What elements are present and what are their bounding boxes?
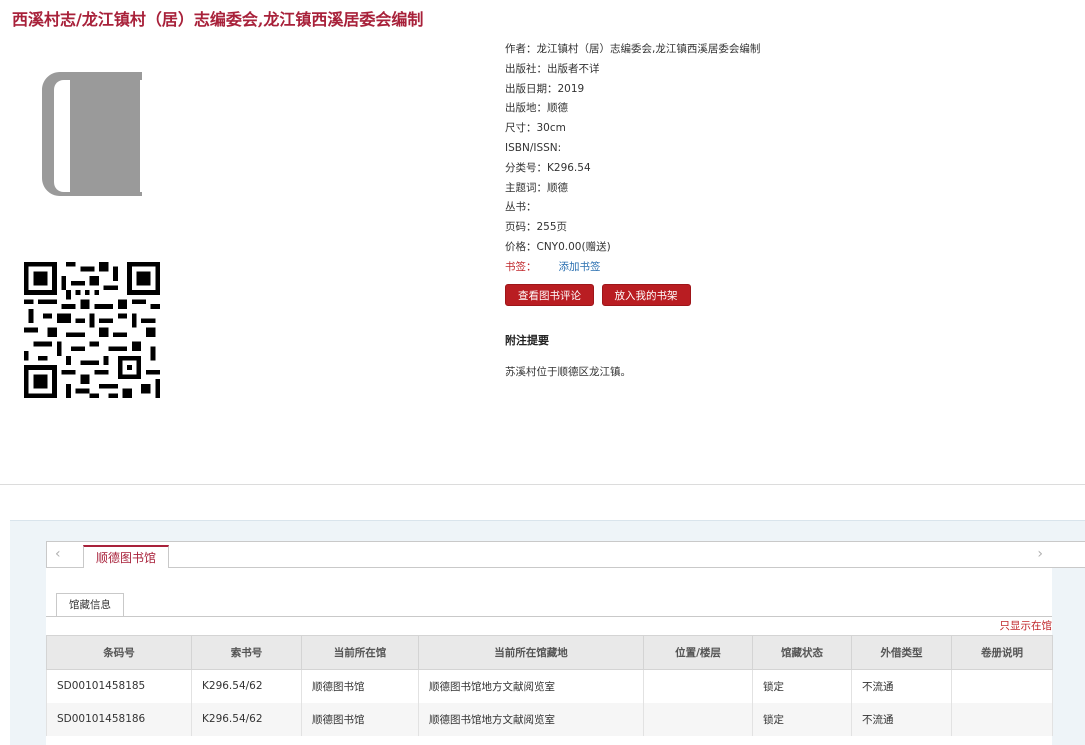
add-to-shelf-button[interactable]: 放入我的书架 (601, 283, 691, 306)
subtab-divider (46, 616, 1052, 617)
col-current-location: 当前所在馆藏地 (418, 635, 644, 670)
holdings-table: 条码号 索书号 当前所在馆 当前所在馆藏地 位置/楼层 馆藏状态 外借类型 卷册… (46, 635, 1053, 736)
col-loan-type: 外借类型 (851, 635, 952, 670)
chevron-left-icon[interactable]: ‹ (55, 546, 61, 562)
note-text: 苏溪村位于顺德区龙江镇。 (505, 365, 631, 378)
cell-barcode: SD00101458186 (46, 702, 192, 736)
note-heading: 附注提要 (505, 333, 549, 347)
section-divider (0, 484, 1085, 485)
detail-publisher: 出版社：出版者不详 (505, 62, 600, 75)
cell-barcode: SD00101458185 (46, 669, 192, 703)
col-call-number: 索书号 (191, 635, 302, 670)
detail-pub-place: 出版地：顺德 (505, 102, 568, 115)
detail-price: 价格：CNY0.00(赠送) (505, 240, 611, 253)
col-current-library: 当前所在馆 (301, 635, 419, 670)
detail-classification: 分类号：K296.54 (505, 161, 591, 174)
add-bookmark-link[interactable]: 添加书签 (559, 261, 601, 273)
page-title: 西溪村志/龙江镇村（居）志编委会,龙江镇西溪居委会编制 (12, 10, 424, 29)
col-volume-note: 卷册说明 (951, 635, 1053, 670)
only-available-link[interactable]: 只显示在馆 (1000, 618, 1053, 633)
qr-code-icon (24, 262, 160, 398)
col-floor: 位置/楼层 (643, 635, 753, 670)
view-reviews-button[interactable]: 查看图书评论 (505, 283, 594, 306)
detail-author: 作者：龙江镇村（居）志编委会,龙江镇西溪居委会编制 (505, 43, 761, 55)
table-row: SD00101458185 K296.54/62 顺德图书馆 顺德图书馆地方文献… (46, 669, 1053, 703)
detail-series: 丛书： (505, 201, 537, 214)
cell-current-location: 顺德图书馆地方文献阅览室 (418, 702, 644, 736)
cell-current-library: 顺德图书馆 (301, 702, 419, 736)
cell-current-location: 顺德图书馆地方文献阅览室 (418, 669, 644, 703)
detail-subject: 主题词：顺德 (505, 181, 568, 194)
tab-shunde-library[interactable]: 顺德图书馆 (83, 545, 170, 569)
action-buttons: 查看图书评论 放入我的书架 (505, 283, 1065, 306)
cell-current-library: 顺德图书馆 (301, 669, 419, 703)
col-barcode: 条码号 (46, 635, 192, 670)
table-row: SD00101458186 K296.54/62 顺德图书馆 顺德图书馆地方文献… (46, 702, 1053, 736)
cell-loan-type: 不流通 (851, 669, 952, 703)
col-status: 馆藏状态 (752, 635, 852, 670)
book-details: 作者：龙江镇村（居）志编委会,龙江镇西溪居委会编制 出版社：出版者不详 出版日期… (505, 40, 1065, 379)
cell-call-number: K296.54/62 (191, 669, 302, 703)
detail-isbn: ISBN/ISSN: (505, 141, 562, 154)
detail-pages: 页码：255页 (505, 221, 568, 234)
detail-pub-date: 出版日期：2019 (505, 82, 585, 95)
holdings-section: ‹ 顺德图书馆 › 馆藏信息 只显示在馆 条码号 索书号 当前所在馆 当前所在馆… (10, 520, 1085, 745)
library-tabbar: ‹ 顺德图书馆 › (46, 541, 1085, 569)
cell-call-number: K296.54/62 (191, 702, 302, 736)
cell-status: 锁定 (752, 669, 852, 703)
cell-volume-note (951, 702, 1053, 736)
cell-loan-type: 不流通 (851, 702, 952, 736)
detail-size: 尺寸：30cm (505, 122, 566, 135)
holdings-panel: 馆藏信息 只显示在馆 条码号 索书号 当前所在馆 当前所在馆藏地 位置/楼层 馆… (46, 568, 1053, 745)
tab-holdings-info[interactable]: 馆藏信息 (56, 593, 124, 617)
chevron-right-icon[interactable]: › (1037, 546, 1043, 562)
cell-floor (643, 702, 753, 736)
detail-bookmark: 书签： 添加书签 (505, 260, 601, 273)
cell-volume-note (951, 669, 1053, 703)
cell-floor (643, 669, 753, 703)
book-cover-icon (42, 72, 142, 196)
table-header-row: 条码号 索书号 当前所在馆 当前所在馆藏地 位置/楼层 馆藏状态 外借类型 卷册… (46, 635, 1053, 670)
cell-status: 锁定 (752, 702, 852, 736)
